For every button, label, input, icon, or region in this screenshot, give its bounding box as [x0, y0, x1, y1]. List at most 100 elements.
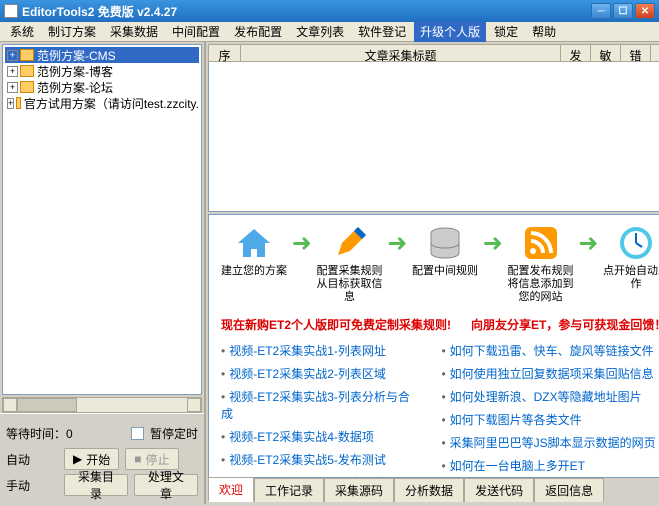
folder-icon	[20, 65, 34, 77]
step-1[interactable]: 配置采集规则从目标获取信息	[317, 223, 383, 304]
tree-node-1[interactable]: + 范例方案-博客	[5, 63, 199, 79]
link-item[interactable]: •视频-ET2采集实战4-数据项	[221, 425, 417, 448]
menu-6[interactable]: 软件登记	[352, 21, 412, 42]
auto-label: 自动	[6, 451, 58, 468]
start-button[interactable]: ▶ 开始	[64, 448, 119, 470]
minimize-button[interactable]: ─	[591, 3, 611, 19]
control-panel: 等待时间：0 暂停定时 自动 ▶ 开始 ■ 停止 手动 采集目录 处理文章	[0, 413, 204, 504]
menu-5[interactable]: 文章列表	[290, 21, 350, 42]
rss-icon	[521, 223, 561, 263]
pause-label: 暂停定时	[150, 425, 198, 442]
menu-4[interactable]: 发布配置	[228, 21, 288, 42]
node-label: 官方试用方案（请访问test.zzcity.	[24, 95, 199, 112]
right-panel: 序号文章采集标题发送敏感错误处理 建立您的方案➜配置采集规则从目标获取信息➜配置…	[206, 42, 659, 504]
col-header[interactable]: 处理	[651, 45, 659, 61]
link-item[interactable]: •如何下载图片等各类文件	[441, 408, 659, 431]
tab-3[interactable]: 分析数据	[394, 478, 464, 502]
db-icon	[425, 223, 465, 263]
expand-icon[interactable]: +	[7, 66, 18, 77]
folder-icon	[16, 97, 21, 109]
grid-body[interactable]	[208, 62, 659, 212]
node-label: 范例方案-博客	[37, 63, 113, 80]
link-item[interactable]: •视频-ET2采集实战2-列表区域	[221, 362, 417, 385]
arrow-icon: ➜	[576, 223, 600, 263]
links-columns: •视频-ET2采集实战1-列表网址•视频-ET2采集实战2-列表区域•视频-ET…	[221, 339, 659, 478]
step-0[interactable]: 建立您的方案	[221, 223, 287, 278]
node-label: 范例方案-CMS	[37, 47, 116, 64]
arrow-icon: ➜	[385, 223, 409, 263]
collect-button[interactable]: 采集目录	[64, 474, 128, 496]
maximize-button[interactable]: ☐	[613, 3, 633, 19]
clock-icon	[616, 223, 656, 263]
close-button[interactable]: ✕	[635, 3, 655, 19]
expand-icon[interactable]: +	[7, 98, 14, 109]
expand-icon[interactable]: +	[7, 82, 18, 93]
step-text: 配置发布规则将信息添加到您的网站	[508, 265, 574, 304]
scheme-tree[interactable]: + 范例方案-CMS + 范例方案-博客 + 范例方案-论坛 + 官方试用方案（请访问test…	[2, 44, 202, 395]
wait-label: 等待时间：0	[6, 425, 73, 442]
menu-7[interactable]: 升级个人版	[414, 21, 486, 42]
arrow-icon: ➜	[290, 223, 314, 263]
promo-left[interactable]: 现在新购ET2个人版即可免费定制采集规则!	[221, 316, 451, 333]
bottom-tabs: 欢迎工作记录采集源码分析数据发送代码返回信息	[208, 480, 659, 502]
promo-right[interactable]: 向朋友分享ET，参与可获现金回馈！	[471, 316, 659, 333]
link-item[interactable]: •视频-ET2采集实战5-发布测试	[221, 448, 417, 471]
pause-checkbox[interactable]	[131, 427, 144, 440]
link-item[interactable]: •如何下载迅雷、快车、旋风等链接文件	[441, 339, 659, 362]
col-header[interactable]: 文章采集标题	[241, 45, 561, 61]
tree-node-2[interactable]: + 范例方案-论坛	[5, 79, 199, 95]
links-right: •如何下载迅雷、快车、旋风等链接文件•如何使用独立回复数据项采集回贴信息•如何处…	[441, 339, 659, 478]
link-item[interactable]: •视频-ET2采集实战1-列表网址	[221, 339, 417, 362]
arrow-icon: ➜	[481, 223, 505, 263]
menu-2[interactable]: 采集数据	[104, 21, 164, 42]
step-4[interactable]: 点开始自动工作	[603, 223, 659, 291]
process-button[interactable]: 处理文章	[134, 474, 198, 496]
manual-label: 手动	[6, 477, 58, 494]
menubar: 系统制订方案采集数据中间配置发布配置文章列表软件登记升级个人版锁定帮助	[0, 22, 659, 42]
stop-button[interactable]: ■ 停止	[125, 448, 178, 470]
window-title: EditorTools2 免费版 v2.4.27	[22, 3, 591, 20]
node-label: 范例方案-论坛	[37, 79, 113, 96]
grid-header: 序号文章采集标题发送敏感错误处理	[208, 44, 659, 62]
link-item[interactable]: •如何在一台电脑上多开ET	[441, 454, 659, 477]
col-header[interactable]: 错误	[621, 45, 651, 61]
scroll-left-arrow[interactable]	[3, 398, 17, 412]
link-item[interactable]: •采集阿里巴巴等JS脚本显示数据的网页	[441, 431, 659, 454]
menu-9[interactable]: 帮助	[526, 21, 562, 42]
titlebar: EditorTools2 免费版 v2.4.27 ─ ☐ ✕	[0, 0, 659, 22]
app-icon	[4, 4, 18, 18]
step-text: 建立您的方案	[221, 265, 287, 278]
welcome-content: 建立您的方案➜配置采集规则从目标获取信息➜配置中间规则➜配置发布规则将信息添加到…	[208, 214, 659, 478]
link-item[interactable]: •视频-ET2采集实战3-列表分析与合成	[221, 385, 417, 425]
menu-8[interactable]: 锁定	[488, 21, 524, 42]
tab-0[interactable]: 欢迎	[208, 477, 254, 502]
scroll-right-arrow[interactable]	[187, 398, 201, 412]
tree-hscrollbar[interactable]	[2, 397, 202, 413]
tab-4[interactable]: 发送代码	[464, 478, 534, 502]
tab-2[interactable]: 采集源码	[324, 478, 394, 502]
links-left: •视频-ET2采集实战1-列表网址•视频-ET2采集实战2-列表区域•视频-ET…	[221, 339, 417, 478]
menu-3[interactable]: 中间配置	[166, 21, 226, 42]
tab-1[interactable]: 工作记录	[254, 478, 324, 502]
tab-5[interactable]: 返回信息	[534, 478, 604, 502]
folder-icon	[20, 49, 34, 61]
menu-0[interactable]: 系统	[4, 21, 40, 42]
col-header[interactable]: 敏感	[591, 45, 621, 61]
step-2[interactable]: 配置中间规则	[412, 223, 478, 278]
pencil-icon	[330, 223, 370, 263]
menu-1[interactable]: 制订方案	[42, 21, 102, 42]
link-item[interactable]: •如何使用独立回复数据项采集回贴信息	[441, 362, 659, 385]
workflow-steps: 建立您的方案➜配置采集规则从目标获取信息➜配置中间规则➜配置发布规则将信息添加到…	[221, 223, 659, 304]
step-3[interactable]: 配置发布规则将信息添加到您的网站	[508, 223, 574, 304]
tree-node-3[interactable]: + 官方试用方案（请访问test.zzcity.	[5, 95, 199, 111]
col-header[interactable]: 发送	[561, 45, 591, 61]
step-text: 配置中间规则	[412, 265, 478, 278]
link-item[interactable]: •如何处理新浪、DZX等隐藏地址图片	[441, 385, 659, 408]
folder-icon	[20, 81, 34, 93]
expand-icon[interactable]: +	[7, 50, 18, 61]
house-icon	[234, 223, 274, 263]
scroll-thumb[interactable]	[17, 398, 77, 412]
left-panel: + 范例方案-CMS + 范例方案-博客 + 范例方案-论坛 + 官方试用方案（请访问test…	[0, 42, 206, 504]
col-header[interactable]: 序号	[209, 45, 241, 61]
tree-node-0[interactable]: + 范例方案-CMS	[5, 47, 199, 63]
